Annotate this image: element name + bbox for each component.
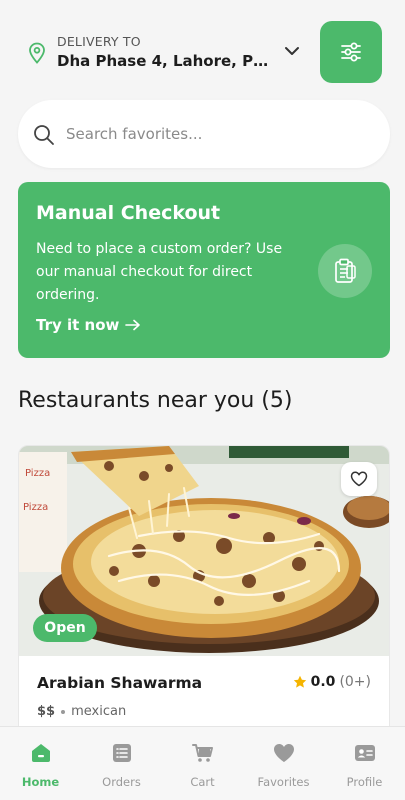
chevron-down-icon[interactable]: [284, 45, 300, 57]
nav-home[interactable]: Home: [0, 741, 81, 795]
separator-dot: [61, 709, 66, 714]
try-it-now-link[interactable]: Try it now: [36, 316, 141, 334]
profile-card-icon: [354, 745, 375, 761]
delivery-address[interactable]: Dha Phase 4, Lahore, Punjab, Pakistan: [57, 52, 269, 70]
try-it-now-label: Try it now: [36, 316, 120, 334]
arrow-right-icon: [125, 319, 141, 331]
restaurants-section-title: Restaurants near you (5): [18, 388, 293, 413]
restaurant-card[interactable]: Pizza Pizza Open Arabian Shawarma 0.0 (0…: [18, 445, 390, 745]
header: DELIVERY TO Dha Phase 4, Lahore, Punjab,…: [0, 18, 405, 86]
clipboard-icon: [335, 258, 356, 283]
bottom-nav: Home Orders Cart Favorites Profile: [0, 726, 405, 800]
filter-button[interactable]: [320, 21, 382, 83]
orders-icon: [112, 744, 131, 762]
restaurant-rating: 0.0 (0+): [293, 674, 371, 690]
nav-cart[interactable]: Cart: [162, 741, 243, 795]
rating-score: 0.0: [310, 674, 336, 690]
nav-orders[interactable]: Orders: [81, 741, 162, 795]
status-badge: Open: [33, 614, 97, 642]
svg-text:Pizza: Pizza: [25, 468, 50, 479]
nav-home-label: Home: [21, 775, 60, 789]
favorite-button[interactable]: [341, 462, 377, 496]
home-icon: [31, 744, 50, 762]
nav-cart-label: Cart: [190, 775, 215, 789]
nav-profile-label: Profile: [346, 775, 383, 789]
restaurant-image: Pizza Pizza Open: [19, 446, 389, 656]
star-icon: [293, 675, 306, 688]
nav-favorites-label: Favorites: [257, 775, 310, 789]
heart-icon: [273, 744, 294, 762]
cart-icon: [191, 744, 213, 762]
search-bar[interactable]: [18, 100, 390, 168]
restaurant-meta: $$ mexican: [37, 704, 126, 719]
search-icon: [34, 125, 54, 145]
nav-favorites[interactable]: Favorites: [243, 741, 324, 795]
manual-checkout-title: Manual Checkout: [36, 202, 221, 224]
delivery-label: DELIVERY TO: [57, 34, 141, 49]
map-pin-icon: [29, 42, 45, 64]
search-input[interactable]: [66, 120, 366, 148]
price-level: $$: [37, 704, 56, 719]
nav-profile[interactable]: Profile: [324, 741, 405, 795]
restaurant-name: Arabian Shawarma: [37, 674, 203, 692]
heart-outline-icon: [350, 471, 368, 487]
clipboard-icon-circle: [318, 244, 372, 298]
cuisine-label: mexican: [71, 704, 127, 719]
manual-checkout-description: Need to place a custom order? Use our ma…: [36, 241, 283, 303]
nav-orders-label: Orders: [102, 775, 141, 789]
sliders-icon: [341, 42, 361, 62]
svg-text:Pizza: Pizza: [23, 502, 48, 513]
rating-count: (0+): [339, 674, 371, 690]
manual-checkout-card[interactable]: Manual Checkout Need to place a custom o…: [18, 182, 390, 358]
